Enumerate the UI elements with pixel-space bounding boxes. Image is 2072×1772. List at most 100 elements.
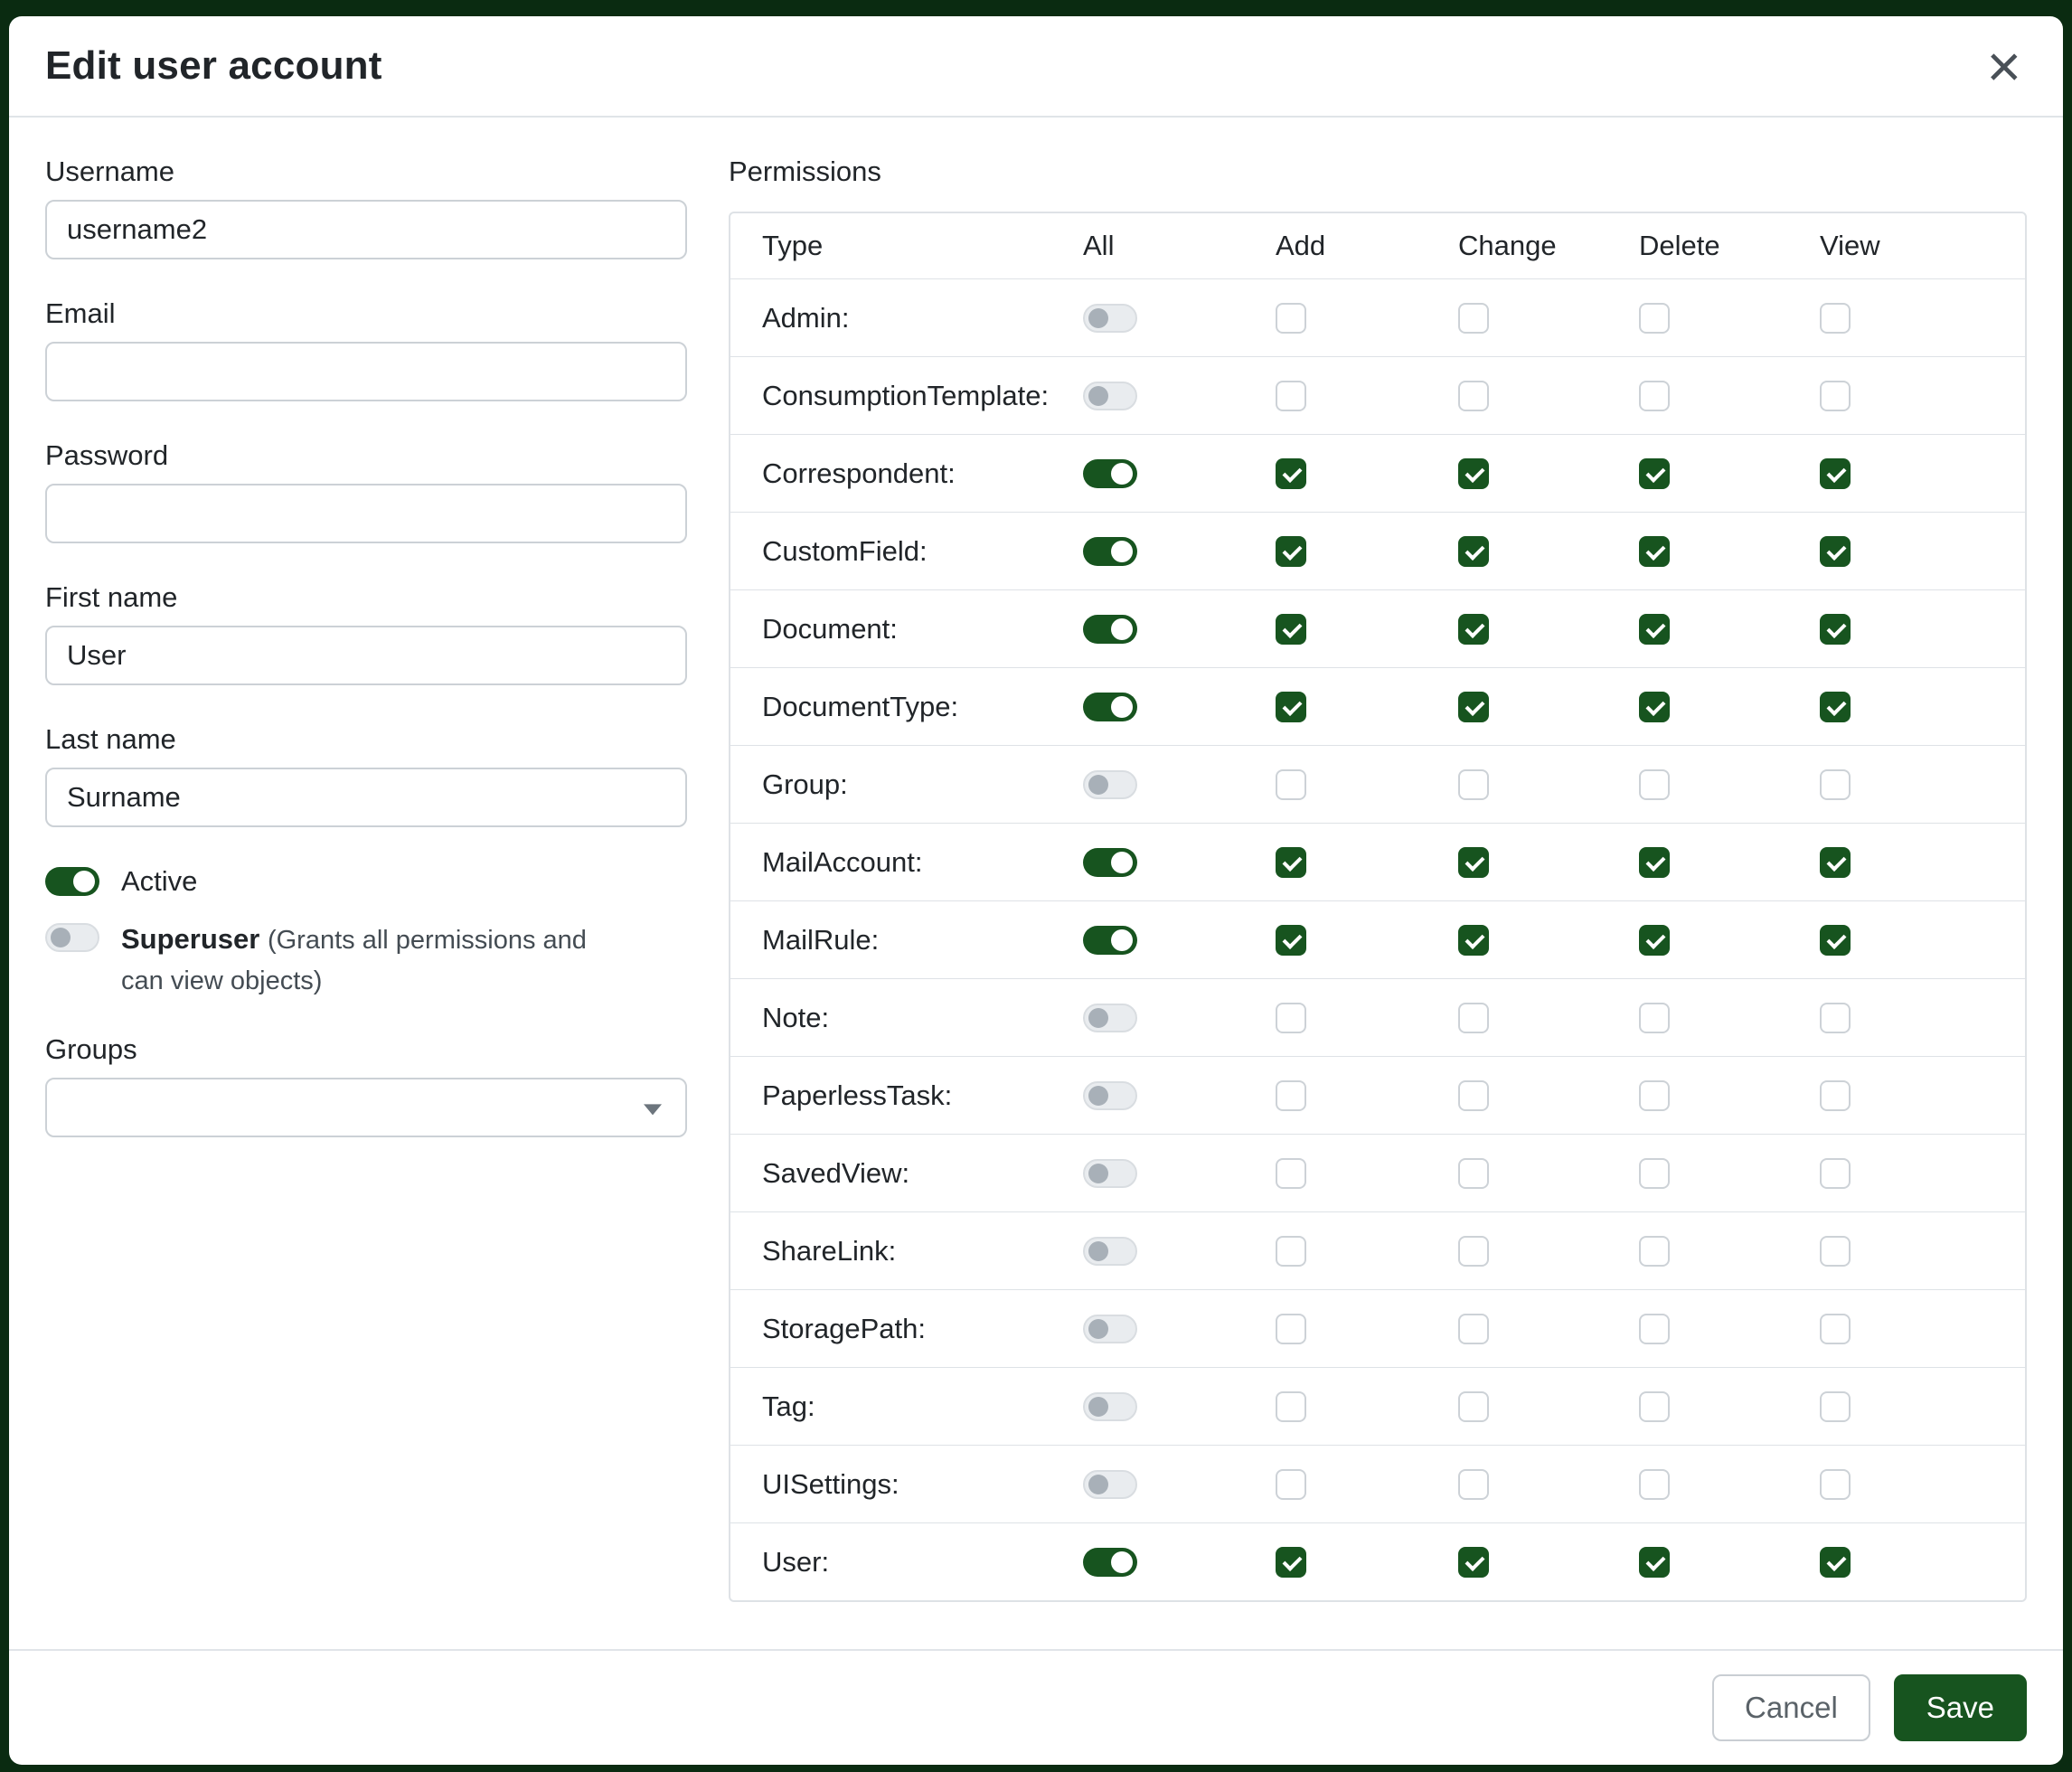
permission-all-toggle[interactable]	[1083, 1470, 1137, 1499]
permission-view-checkbox[interactable]	[1820, 1547, 1851, 1578]
permission-all-toggle[interactable]	[1083, 1392, 1137, 1421]
permission-view-checkbox[interactable]	[1820, 536, 1851, 567]
permission-all-toggle[interactable]	[1083, 1548, 1137, 1577]
permission-delete-checkbox[interactable]	[1639, 1391, 1670, 1422]
permission-all-toggle[interactable]	[1083, 537, 1137, 566]
permission-all-toggle[interactable]	[1083, 304, 1137, 333]
permission-all-toggle[interactable]	[1083, 615, 1137, 644]
permission-view-checkbox[interactable]	[1820, 1314, 1851, 1344]
permission-delete-checkbox[interactable]	[1639, 769, 1670, 800]
permission-add-checkbox[interactable]	[1276, 381, 1306, 411]
permission-add-checkbox[interactable]	[1276, 1314, 1306, 1344]
permission-add-checkbox[interactable]	[1276, 536, 1306, 567]
last-name-field[interactable]	[45, 768, 687, 827]
permission-add-checkbox[interactable]	[1276, 769, 1306, 800]
permission-change-checkbox[interactable]	[1458, 381, 1489, 411]
permission-delete-checkbox[interactable]	[1639, 692, 1670, 722]
superuser-toggle[interactable]	[45, 923, 99, 952]
permission-change-checkbox[interactable]	[1458, 458, 1489, 489]
permission-all-toggle[interactable]	[1083, 459, 1137, 488]
permission-all-toggle[interactable]	[1083, 1081, 1137, 1110]
permission-view-checkbox[interactable]	[1820, 1003, 1851, 1033]
permission-change-checkbox[interactable]	[1458, 1158, 1489, 1189]
save-button[interactable]: Save	[1894, 1674, 2027, 1741]
permission-change-checkbox[interactable]	[1458, 1469, 1489, 1500]
permission-add-checkbox[interactable]	[1276, 614, 1306, 645]
permission-delete-checkbox[interactable]	[1639, 458, 1670, 489]
permission-change-checkbox[interactable]	[1458, 1314, 1489, 1344]
permission-change-checkbox[interactable]	[1458, 692, 1489, 722]
permission-delete-checkbox[interactable]	[1639, 925, 1670, 956]
permission-view-checkbox[interactable]	[1820, 1469, 1851, 1500]
email-field[interactable]	[45, 342, 687, 401]
permission-all-toggle[interactable]	[1083, 382, 1137, 410]
permission-all-toggle[interactable]	[1083, 693, 1137, 721]
permission-view-checkbox[interactable]	[1820, 614, 1851, 645]
permission-view-checkbox[interactable]	[1820, 925, 1851, 956]
permission-add-checkbox[interactable]	[1276, 925, 1306, 956]
permission-change-checkbox[interactable]	[1458, 1547, 1489, 1578]
permission-change-checkbox[interactable]	[1458, 1003, 1489, 1033]
permission-view-checkbox[interactable]	[1820, 847, 1851, 878]
permission-delete-checkbox[interactable]	[1639, 536, 1670, 567]
permission-change-checkbox[interactable]	[1458, 1391, 1489, 1422]
permission-delete-checkbox[interactable]	[1639, 381, 1670, 411]
permission-view-checkbox[interactable]	[1820, 1080, 1851, 1111]
first-name-field[interactable]	[45, 626, 687, 685]
permission-type-label: Document:	[730, 613, 1083, 646]
permission-change-checkbox[interactable]	[1458, 614, 1489, 645]
permission-delete-checkbox[interactable]	[1639, 1080, 1670, 1111]
permission-add-checkbox[interactable]	[1276, 1391, 1306, 1422]
permissions-table-body: Admin: ConsumptionTemplate: Corresponden…	[730, 278, 2025, 1600]
permission-view-checkbox[interactable]	[1820, 303, 1851, 334]
permission-view-checkbox[interactable]	[1820, 692, 1851, 722]
permission-change-checkbox[interactable]	[1458, 925, 1489, 956]
permission-delete-checkbox[interactable]	[1639, 303, 1670, 334]
permission-add-checkbox[interactable]	[1276, 1003, 1306, 1033]
permission-change-checkbox[interactable]	[1458, 1080, 1489, 1111]
permission-delete-checkbox[interactable]	[1639, 1314, 1670, 1344]
permission-delete-checkbox[interactable]	[1639, 614, 1670, 645]
permission-all-toggle[interactable]	[1083, 848, 1137, 877]
close-icon[interactable]: ×	[1981, 46, 2027, 86]
permission-all-toggle[interactable]	[1083, 1237, 1137, 1266]
permission-add-checkbox[interactable]	[1276, 1236, 1306, 1267]
permission-add-checkbox[interactable]	[1276, 1469, 1306, 1500]
permission-view-checkbox[interactable]	[1820, 1158, 1851, 1189]
permission-add-checkbox[interactable]	[1276, 692, 1306, 722]
username-input[interactable]	[45, 200, 687, 259]
permission-add-checkbox[interactable]	[1276, 458, 1306, 489]
permission-view-checkbox[interactable]	[1820, 1391, 1851, 1422]
permission-delete-checkbox[interactable]	[1639, 847, 1670, 878]
permission-all-toggle[interactable]	[1083, 1159, 1137, 1188]
permission-add-checkbox[interactable]	[1276, 1080, 1306, 1111]
permission-view-checkbox[interactable]	[1820, 381, 1851, 411]
permission-delete-checkbox[interactable]	[1639, 1003, 1670, 1033]
permission-change-checkbox[interactable]	[1458, 769, 1489, 800]
column-header-delete: Delete	[1639, 230, 1820, 262]
permission-change-checkbox[interactable]	[1458, 1236, 1489, 1267]
permission-delete-checkbox[interactable]	[1639, 1469, 1670, 1500]
password-field[interactable]	[45, 484, 687, 543]
cancel-button[interactable]: Cancel	[1712, 1674, 1870, 1741]
groups-select[interactable]	[45, 1078, 687, 1137]
permission-all-toggle[interactable]	[1083, 926, 1137, 955]
password-label: Password	[45, 439, 687, 472]
permission-delete-checkbox[interactable]	[1639, 1236, 1670, 1267]
permission-change-checkbox[interactable]	[1458, 847, 1489, 878]
permission-change-checkbox[interactable]	[1458, 536, 1489, 567]
permission-add-checkbox[interactable]	[1276, 847, 1306, 878]
permission-add-checkbox[interactable]	[1276, 1547, 1306, 1578]
permission-view-checkbox[interactable]	[1820, 1236, 1851, 1267]
permission-delete-checkbox[interactable]	[1639, 1547, 1670, 1578]
permission-add-checkbox[interactable]	[1276, 1158, 1306, 1189]
permission-all-toggle[interactable]	[1083, 1004, 1137, 1032]
permission-delete-checkbox[interactable]	[1639, 1158, 1670, 1189]
active-toggle[interactable]	[45, 867, 99, 896]
permission-add-checkbox[interactable]	[1276, 303, 1306, 334]
permission-view-checkbox[interactable]	[1820, 769, 1851, 800]
permission-change-checkbox[interactable]	[1458, 303, 1489, 334]
permission-view-checkbox[interactable]	[1820, 458, 1851, 489]
permission-all-toggle[interactable]	[1083, 770, 1137, 799]
permission-all-toggle[interactable]	[1083, 1315, 1137, 1343]
